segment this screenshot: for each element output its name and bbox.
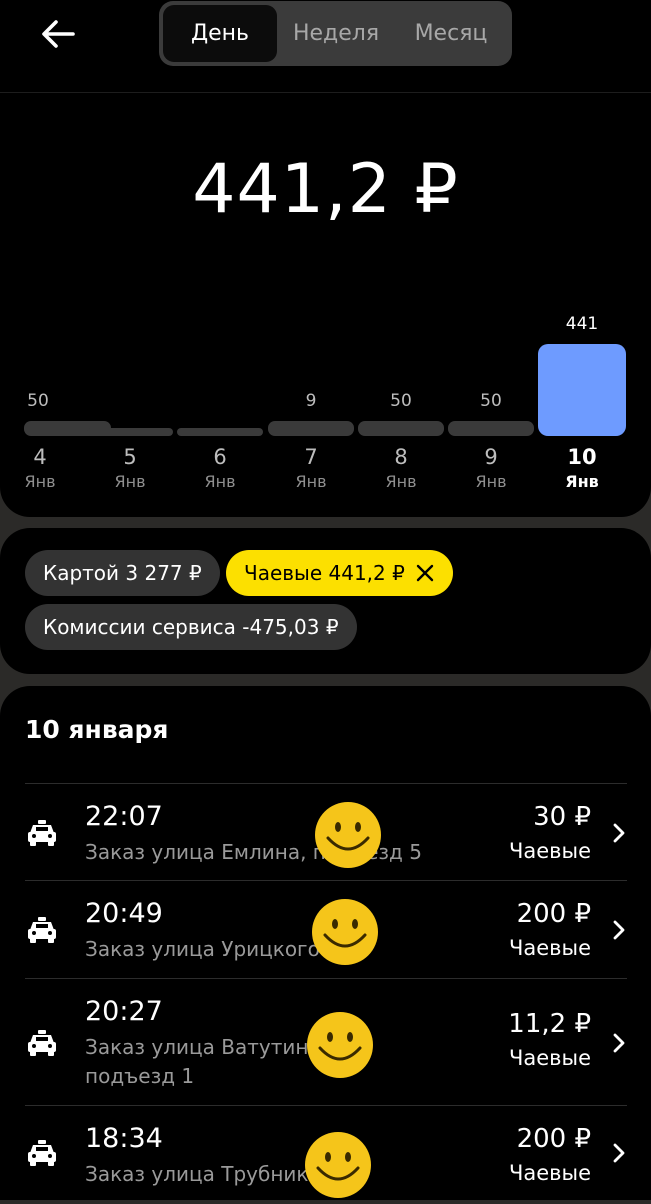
close-icon[interactable]	[415, 563, 435, 583]
chart-tick-month: Янв	[565, 472, 599, 491]
chevron-right-icon	[612, 919, 626, 945]
chart-tick-month: Янв	[475, 472, 507, 491]
chevron-right-icon	[612, 822, 626, 848]
order-time: 22:07	[85, 801, 163, 832]
filter-chip-card-label: Картой 3 277 ₽	[43, 561, 202, 585]
tab-week[interactable]: Неделя	[283, 1, 389, 66]
order-row[interactable]: 18:34 Заказ улица Трубников 200 ₽ Чаевые	[0, 1106, 651, 1200]
chart-tick-month: Янв	[295, 472, 327, 491]
order-type: Чаевые	[508, 1046, 591, 1070]
chart-bar[interactable]	[268, 421, 354, 436]
taxi-icon	[26, 1139, 58, 1171]
order-amount: 200 ₽	[516, 899, 591, 929]
tab-day[interactable]: День	[163, 5, 277, 62]
order-amount: 30 ₽	[533, 802, 591, 832]
chart-value-label: 50	[480, 391, 502, 411]
total-amount: 441,2 ₽	[192, 150, 459, 229]
chart-tick-month: Янв	[385, 472, 417, 491]
chart-tick-day: 6	[213, 445, 227, 469]
order-row[interactable]: 22:07 Заказ улица Емлина, подъезд 5 30 ₽ Ча…	[0, 784, 651, 881]
order-amount: 200 ₽	[516, 1124, 591, 1154]
earnings-chart: 50 4 Янв 5 Янв 6 Янв 9 7 Янв 50 8 Янв 50 9 Янв 441 10 Янв	[0, 300, 651, 500]
chart-value-label: 50	[27, 391, 49, 411]
order-address: Заказ улица Урицкого	[85, 937, 320, 961]
back-button[interactable]	[38, 14, 78, 54]
chart-tick-day: 4	[33, 445, 47, 469]
order-type: Чаевые	[508, 936, 591, 960]
date-heading: 10 января	[25, 715, 169, 744]
order-time: 18:34	[85, 1123, 163, 1154]
header-divider	[0, 92, 651, 93]
filter-chip-tips[interactable]: Чаевые 441,2 ₽	[226, 550, 453, 596]
chart-bar[interactable]	[87, 428, 173, 436]
chart-tick-month: Янв	[114, 472, 146, 491]
filter-chip-tips-label: Чаевые 441,2 ₽	[244, 561, 405, 585]
order-type: Чаевые	[508, 1161, 591, 1185]
filter-chip-commission-label: Комиссии сервиса -475,03 ₽	[43, 615, 339, 639]
order-amount: 11,2 ₽	[508, 1009, 591, 1039]
order-time: 20:27	[85, 996, 163, 1027]
chevron-right-icon	[612, 1142, 626, 1168]
summary-card: День Неделя Месяц 441,2 ₽ 50 4 Янв 5 Янв 6 Янв…	[0, 0, 651, 517]
chart-value-label: 9	[305, 391, 317, 411]
filter-card: Картой 3 277 ₽ Чаевые 441,2 ₽ Комиссии с…	[0, 528, 651, 674]
period-switch: День Неделя Месяц	[159, 1, 512, 66]
chart-bar[interactable]	[358, 421, 444, 436]
chart-bar[interactable]	[448, 421, 534, 436]
chart-tick-day: 9	[484, 445, 498, 469]
chart-tick-month: Янв	[204, 472, 236, 491]
chart-value-label: 50	[390, 391, 412, 411]
order-time: 20:49	[85, 898, 163, 929]
smiley-sticker-icon	[310, 897, 380, 971]
taxi-icon	[26, 819, 58, 851]
smiley-sticker-icon	[303, 1130, 373, 1204]
order-address: Заказ улица Трубников	[85, 1162, 333, 1186]
arrow-left-icon	[42, 20, 75, 48]
chart-bar[interactable]	[177, 428, 263, 436]
order-type: Чаевые	[508, 839, 591, 863]
chart-value-label: 441	[565, 314, 599, 334]
order-row[interactable]: 20:27 Заказ улица Ватутина, подъезд 1 11,2…	[0, 979, 651, 1106]
order-address: Заказ улица Емлина, подъезд 5	[85, 840, 422, 864]
chart-tick-day: 10	[567, 445, 597, 469]
chart-tick-day: 7	[304, 445, 318, 469]
chart-bar[interactable]	[538, 344, 626, 436]
smiley-sticker-icon	[305, 1010, 375, 1084]
taxi-icon	[26, 1029, 58, 1061]
tab-month[interactable]: Месяц	[395, 1, 507, 66]
filter-chip-card[interactable]: Картой 3 277 ₽	[25, 550, 220, 596]
chart-tick-month: Янв	[24, 472, 56, 491]
chevron-right-icon	[612, 1032, 626, 1058]
taxi-icon	[26, 916, 58, 948]
order-row[interactable]: 20:49 Заказ улица Урицкого 200 ₽ Чаевые	[0, 881, 651, 979]
smiley-sticker-icon	[313, 800, 383, 874]
chart-tick-day: 8	[394, 445, 408, 469]
chart-tick-day: 5	[123, 445, 137, 469]
filter-chip-commission[interactable]: Комиссии сервиса -475,03 ₽	[25, 604, 357, 650]
